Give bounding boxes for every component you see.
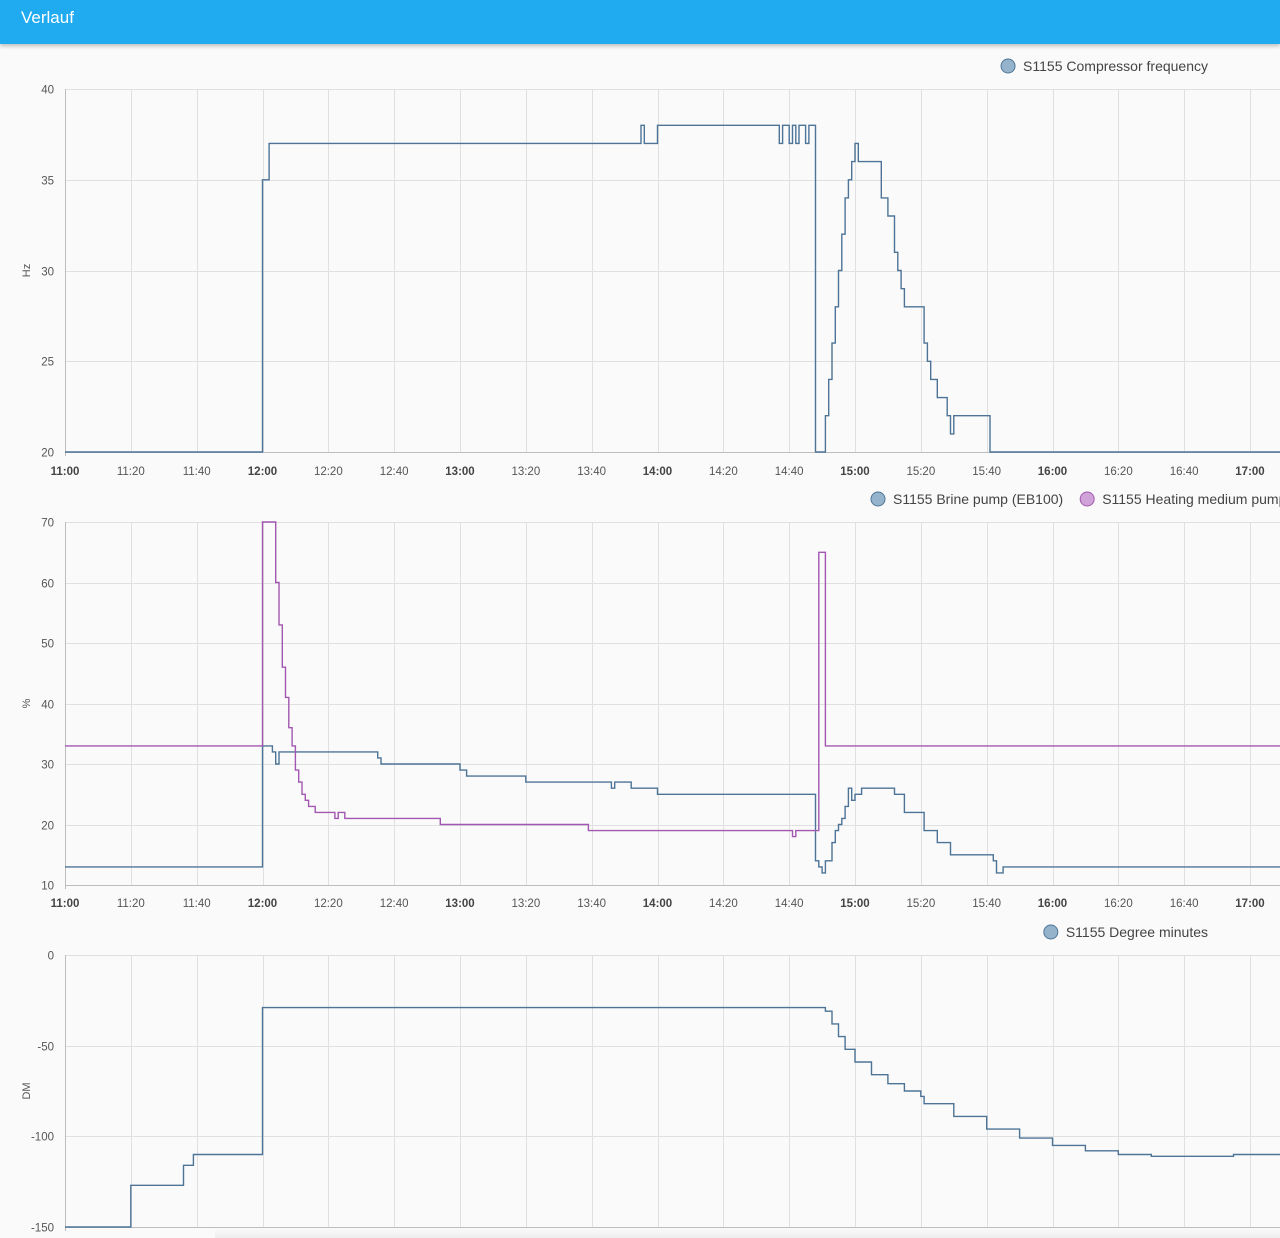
x-tick-label: 11:00 (51, 898, 80, 910)
x-tick-label: 12:40 (380, 898, 409, 910)
degree-minutes-chart[interactable]: -150 -100 -50 0 DM S1155 Degree minutes (0, 912, 1280, 1238)
series-line-s1155-degree-minutes (65, 1006, 1280, 1228)
legend: S1155 Compressor frequency (1000, 58, 1208, 74)
x-tick-label: 14:20 (709, 898, 738, 910)
x-tick-label: 17:00 (1235, 466, 1264, 478)
y-tick-label: 60 (41, 579, 54, 591)
x-tick-label: 11:20 (117, 466, 145, 478)
legend-label: S1155 Compressor frequency (1023, 58, 1208, 74)
legend-item[interactable]: S1155 Compressor frequency (1000, 58, 1208, 74)
x-tick-label: 15:00 (840, 898, 869, 910)
x-tick-label: 15:40 (972, 898, 1001, 910)
x-tick-label: 14:40 (775, 466, 804, 478)
x-tick-label: 13:40 (577, 898, 606, 910)
x-tick-label: 13:40 (577, 466, 606, 478)
x-tick-label: 12:00 (248, 466, 277, 478)
x-tick-label: 11:40 (183, 466, 211, 478)
x-tick-label: 14:40 (775, 898, 804, 910)
legend: S1155 Degree minutes (1043, 924, 1208, 940)
y-tick-label: 40 (41, 85, 54, 97)
x-tick-label: 11:00 (51, 466, 80, 478)
series-line-s1155-compressor-frequency (65, 124, 1280, 453)
legend-item[interactable]: S1155 Degree minutes (1043, 924, 1208, 940)
y-tick-label: 50 (41, 639, 54, 651)
x-tick-label: 13:00 (445, 466, 474, 478)
app-toolbar: Verlauf (0, 0, 1280, 44)
x-tick-label: 11:40 (183, 898, 211, 910)
x-tick-label: 16:40 (1170, 898, 1199, 910)
x-tick-label: 16:20 (1104, 466, 1133, 478)
y-axis-title: DM (21, 1082, 33, 1099)
legend-marker-icon (1000, 58, 1016, 74)
y-tick-label: -100 (31, 1132, 54, 1144)
y-tick-label: 30 (41, 267, 54, 279)
y-tick-label: 10 (41, 881, 54, 893)
x-tick-label: 15:00 (840, 466, 869, 478)
legend-label: S1155 Brine pump (EB100) (893, 491, 1063, 507)
y-tick-label: 30 (41, 760, 54, 772)
y-tick-label: 20 (41, 448, 54, 460)
legend-marker-icon (1079, 491, 1095, 507)
y-tick-label: 35 (41, 176, 54, 188)
legend-item[interactable]: S1155 Heating medium pump (1079, 491, 1280, 507)
x-tick-label: 14:00 (643, 466, 672, 478)
x-tick-label: 13:20 (511, 466, 540, 478)
y-tick-label: -150 (31, 1223, 54, 1235)
y-tick-label: 20 (41, 821, 54, 833)
x-tick-label: 15:40 (972, 466, 1001, 478)
legend-item[interactable]: S1155 Brine pump (EB100) (870, 491, 1063, 507)
x-tick-label: 16:20 (1104, 898, 1133, 910)
legend-marker-icon (870, 491, 886, 507)
x-tick-label: 16:00 (1038, 466, 1067, 478)
y-axis-title: Hz (21, 264, 33, 277)
legend-marker-icon (1043, 924, 1059, 940)
x-tick-label: 17:00 (1235, 898, 1264, 910)
series-line-s1155-heating-medium-pump (65, 521, 1280, 838)
x-tick-label: 12:00 (248, 898, 277, 910)
page-title: Verlauf (21, 8, 74, 27)
scroll-shadow (215, 1228, 1280, 1238)
y-tick-label: 25 (41, 357, 54, 369)
y-tick-label: 40 (41, 700, 54, 712)
x-tick-label: 16:00 (1038, 898, 1067, 910)
x-tick-label: 12:20 (314, 898, 343, 910)
x-tick-label: 14:20 (709, 466, 738, 478)
x-tick-label: 12:40 (380, 466, 409, 478)
legend-label: S1155 Degree minutes (1066, 924, 1208, 940)
x-tick-label: 16:40 (1170, 466, 1199, 478)
x-tick-label: 15:20 (906, 466, 935, 478)
x-tick-label: 15:20 (906, 898, 935, 910)
legend: S1155 Brine pump (EB100) S1155 Heating me… (870, 491, 1280, 507)
x-tick-label: 13:00 (445, 898, 474, 910)
x-tick-label: 14:00 (643, 898, 672, 910)
x-tick-label: 11:20 (117, 898, 145, 910)
y-tick-label: -50 (37, 1042, 54, 1054)
compressor-frequency-chart[interactable]: 20 25 30 35 40 Hz 11:00 11:20 11:40 12:00 12:20 12:… (0, 48, 1280, 480)
y-axis-title: % (21, 698, 33, 708)
legend-label: S1155 Heating medium pump (1102, 491, 1280, 507)
y-tick-label: 0 (48, 951, 54, 963)
pump-speed-chart[interactable]: 10 20 30 40 50 60 70% 11:00 11:20 11:40 12:00 12:20… (0, 480, 1280, 912)
x-tick-label: 13:20 (511, 898, 540, 910)
y-tick-label: 70 (41, 518, 54, 530)
x-tick-label: 12:20 (314, 466, 343, 478)
